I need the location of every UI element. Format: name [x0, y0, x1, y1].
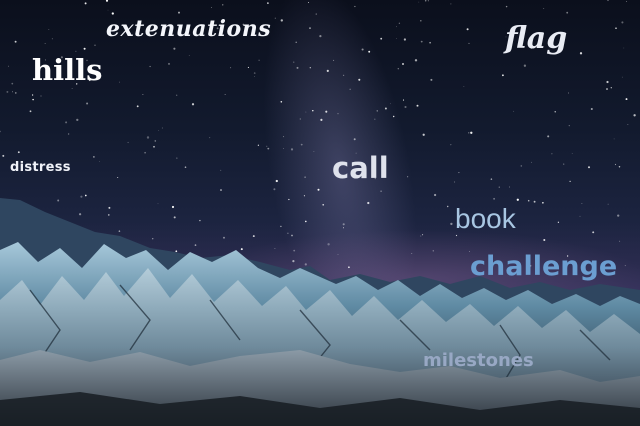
background-photo: extenuations flag hills distress call bo… [0, 0, 640, 426]
word-flag: flag [505, 21, 568, 56]
word-hills: hills [32, 53, 103, 87]
word-call: call [332, 151, 389, 185]
word-challenge: challenge [470, 251, 618, 282]
word-distress: distress [10, 160, 71, 175]
word-extenuations: extenuations [106, 16, 272, 42]
word-milestones: milestones [423, 350, 534, 371]
word-book: book [455, 203, 516, 234]
